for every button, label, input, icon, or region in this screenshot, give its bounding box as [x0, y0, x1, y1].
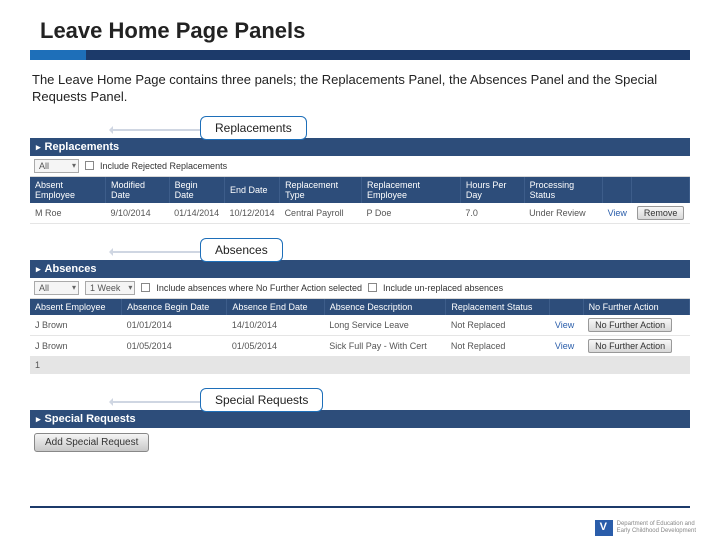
- cell: Sick Full Pay - With Cert: [324, 335, 446, 356]
- accent-bar: [30, 50, 690, 60]
- intro-text: The Leave Home Page contains three panel…: [32, 72, 688, 106]
- include-rejected-checkbox[interactable]: [85, 161, 94, 170]
- panel-header-absences[interactable]: Absences: [30, 260, 690, 278]
- col-header: Hours Per Day: [460, 177, 524, 203]
- filter-period-dropdown[interactable]: 1 Week: [85, 281, 135, 295]
- cell: 1: [30, 356, 122, 373]
- victoria-logo-icon: [595, 520, 613, 536]
- checkbox-label: Include absences where No Further Action…: [156, 283, 362, 293]
- filter-all-dropdown[interactable]: All: [34, 159, 79, 173]
- col-header: Replacement Type: [280, 177, 362, 203]
- cell: J Brown: [30, 315, 122, 336]
- footer-dept-line2: Early Childhood Development: [617, 528, 696, 535]
- col-header: [550, 299, 583, 315]
- cell: 01/05/2014: [227, 335, 324, 356]
- view-link[interactable]: View: [608, 208, 627, 218]
- col-header: Replacement Employee: [362, 177, 461, 203]
- cell: Central Payroll: [280, 203, 362, 224]
- panel-header-special[interactable]: Special Requests: [30, 410, 690, 428]
- cell: P Doe: [362, 203, 461, 224]
- bottom-rule: [30, 506, 690, 508]
- col-header: Replacement Status: [446, 299, 550, 315]
- cell: 9/10/2014: [106, 203, 170, 224]
- col-header: No Further Action: [583, 299, 689, 315]
- cell: Not Replaced: [446, 335, 550, 356]
- cell: J Brown: [30, 335, 122, 356]
- cell: 14/10/2014: [227, 315, 324, 336]
- col-header: [603, 177, 632, 203]
- col-header: Absence Begin Date: [122, 299, 227, 315]
- callout-connector: [110, 401, 200, 403]
- col-header: Absent Employee: [30, 177, 106, 203]
- cell: Long Service Leave: [324, 315, 446, 336]
- replacements-table: Absent Employee Modified Date Begin Date…: [30, 177, 690, 224]
- table-row: J Brown 01/05/2014 01/05/2014 Sick Full …: [30, 335, 690, 356]
- col-header: End Date: [225, 177, 280, 203]
- cell: Not Replaced: [446, 315, 550, 336]
- absences-filter-row: All 1 Week Include absences where No Fur…: [30, 278, 690, 299]
- no-further-action-button[interactable]: No Further Action: [588, 318, 672, 332]
- footer-dept-line1: Department of Education and: [617, 521, 696, 528]
- checkbox-label: Include un-replaced absences: [383, 283, 503, 293]
- view-link[interactable]: View: [555, 320, 574, 330]
- col-header: Absence Description: [324, 299, 446, 315]
- replacements-filter-row: All Include Rejected Replacements: [30, 156, 690, 177]
- callout-absences: Absences: [200, 238, 283, 262]
- callout-special: Special Requests: [200, 388, 323, 412]
- include-nofurther-checkbox[interactable]: [141, 283, 150, 292]
- view-link[interactable]: View: [555, 341, 574, 351]
- remove-button[interactable]: Remove: [637, 206, 685, 220]
- cell: 01/01/2014: [122, 315, 227, 336]
- cell: Under Review: [524, 203, 602, 224]
- absences-table: Absent Employee Absence Begin Date Absen…: [30, 299, 690, 374]
- table-row: J Brown 01/01/2014 14/10/2014 Long Servi…: [30, 315, 690, 336]
- col-header: [632, 177, 690, 203]
- col-header: Modified Date: [106, 177, 170, 203]
- filter-all-dropdown[interactable]: All: [34, 281, 79, 295]
- totals-row: 1: [30, 356, 690, 373]
- col-header: Absence End Date: [227, 299, 324, 315]
- include-rejected-label: Include Rejected Replacements: [100, 161, 227, 171]
- include-unreplaced-checkbox[interactable]: [368, 283, 377, 292]
- callout-connector: [110, 251, 200, 253]
- cell: 10/12/2014: [225, 203, 280, 224]
- callout-connector: [110, 129, 200, 131]
- no-further-action-button[interactable]: No Further Action: [588, 339, 672, 353]
- cell: 7.0: [460, 203, 524, 224]
- footer-logo: Department of Education and Early Childh…: [595, 520, 696, 536]
- cell: M Roe: [30, 203, 106, 224]
- col-header: Begin Date: [169, 177, 224, 203]
- callout-replacements: Replacements: [200, 116, 307, 140]
- add-special-request-button[interactable]: Add Special Request: [34, 433, 149, 452]
- table-row: M Roe 9/10/2014 01/14/2014 10/12/2014 Ce…: [30, 203, 690, 224]
- panel-header-replacements[interactable]: Replacements: [30, 138, 690, 156]
- cell: 01/14/2014: [169, 203, 224, 224]
- col-header: Absent Employee: [30, 299, 122, 315]
- page-title: Leave Home Page Panels: [30, 18, 690, 44]
- col-header: Processing Status: [524, 177, 602, 203]
- cell: 01/05/2014: [122, 335, 227, 356]
